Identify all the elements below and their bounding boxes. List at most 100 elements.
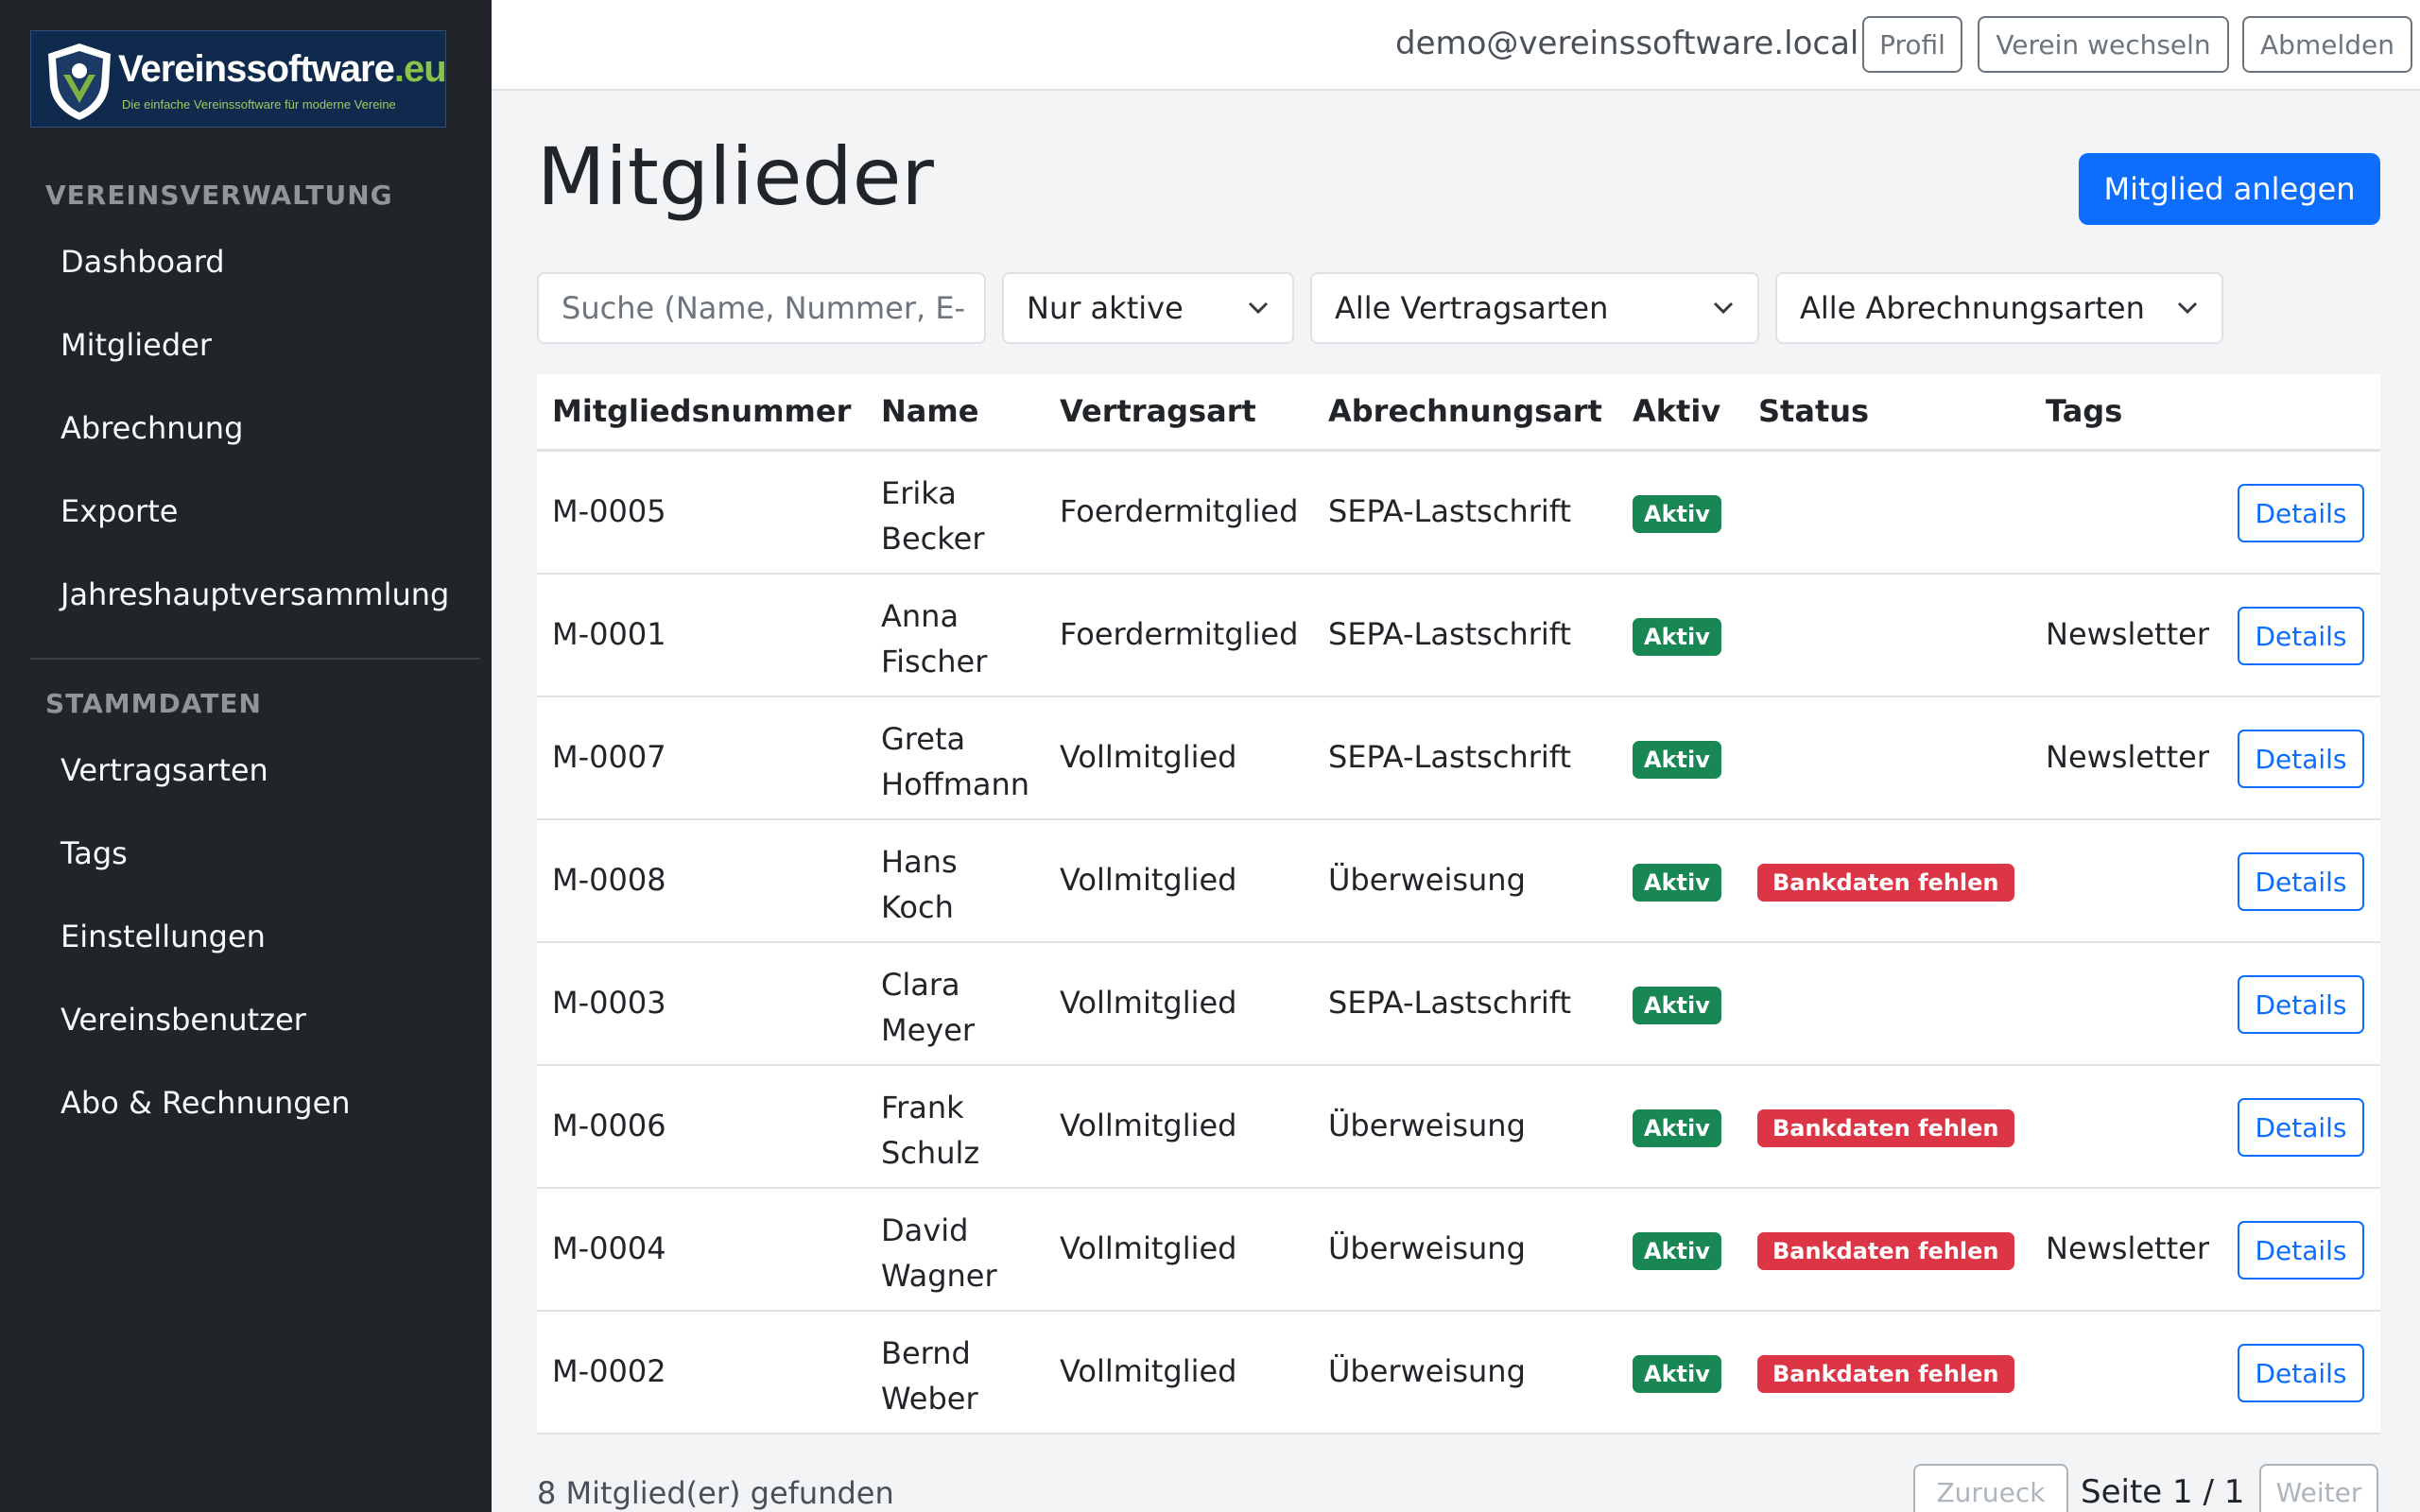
user-email: demo@vereinssoftware.local bbox=[1395, 25, 1859, 62]
contract-filter-value: Alle Vertragsarten bbox=[1335, 290, 1609, 326]
sidebar-item-abrechnung[interactable]: Abrechnung bbox=[60, 410, 243, 446]
switch-club-button[interactable]: Verein wechseln bbox=[1978, 16, 2229, 73]
search-placeholder: Suche (Name, Nummer, E- bbox=[562, 290, 966, 326]
column-header-active[interactable]: Aktiv bbox=[1633, 393, 1720, 429]
page-title: Mitglieder bbox=[537, 130, 934, 223]
add-member-button[interactable]: Mitglied anlegen bbox=[2079, 153, 2380, 225]
previous-page-button[interactable]: Zurueck bbox=[1913, 1464, 2068, 1512]
details-button[interactable]: Details bbox=[2238, 1344, 2364, 1402]
table-row: M-0001 Anna Fischer Foerdermitglied SEPA-Las… bbox=[537, 575, 2380, 697]
member-number: M-0001 bbox=[552, 616, 666, 652]
sidebar-item-jahreshauptversammlung[interactable]: Jahreshauptversammlung bbox=[60, 576, 449, 612]
contract-type: Vollmitglied bbox=[1060, 739, 1237, 775]
status-badge: Bankdaten fehlen bbox=[1757, 1232, 2014, 1270]
contract-type: Vollmitglied bbox=[1060, 862, 1237, 898]
member-first-name: Erika bbox=[881, 475, 957, 511]
member-number: M-0005 bbox=[552, 493, 666, 529]
member-last-name: Fischer bbox=[881, 644, 988, 679]
active-filter-select[interactable]: Nur aktive bbox=[1002, 272, 1294, 344]
details-button[interactable]: Details bbox=[2238, 852, 2364, 911]
member-tags: Newsletter bbox=[2046, 616, 2209, 652]
active-badge: Aktiv bbox=[1633, 495, 1721, 533]
sidebar-item-vertragsarten[interactable]: Vertragsarten bbox=[60, 752, 268, 788]
column-header-number[interactable]: Mitgliedsnummer bbox=[552, 393, 851, 429]
result-count: 8 Mitglied(er) gefunden bbox=[537, 1475, 894, 1511]
details-button[interactable]: Details bbox=[2238, 607, 2364, 665]
page-indicator: Seite 1 / 1 bbox=[2081, 1473, 2245, 1511]
table-row: M-0007 Greta Hoffmann Vollmitglied SEPA-Last… bbox=[537, 697, 2380, 820]
next-page-button[interactable]: Weiter bbox=[2259, 1464, 2378, 1512]
billing-type: Überweisung bbox=[1328, 1230, 1526, 1266]
member-tags: Newsletter bbox=[2046, 1230, 2209, 1266]
table-row: M-0002 Bernd Weber Vollmitglied Überweisung A… bbox=[537, 1312, 2380, 1435]
member-tags: Newsletter bbox=[2046, 739, 2209, 775]
profile-button[interactable]: Profil bbox=[1862, 16, 1962, 73]
member-number: M-0002 bbox=[552, 1353, 666, 1389]
nav-section-vereinsverwaltung: VEREINSVERWALTUNG bbox=[45, 180, 393, 211]
member-name: Bernd Weber bbox=[881, 1331, 978, 1421]
member-last-name: Becker bbox=[881, 521, 985, 557]
member-number: M-0006 bbox=[552, 1108, 666, 1143]
logout-button[interactable]: Abmelden bbox=[2242, 16, 2412, 73]
sidebar-item-abo-rechnungen[interactable]: Abo & Rechnungen bbox=[60, 1085, 351, 1121]
member-last-name: Koch bbox=[881, 889, 954, 925]
brand-logo[interactable]: Vereinssoftware.eu Die einfache Vereinss… bbox=[30, 30, 447, 128]
sidebar-item-exporte[interactable]: Exporte bbox=[60, 493, 178, 529]
details-button[interactable]: Details bbox=[2238, 1221, 2364, 1280]
member-first-name: Hans bbox=[881, 844, 958, 880]
sidebar: Vereinssoftware.eu Die einfache Vereinss… bbox=[0, 0, 492, 1512]
contract-type: Vollmitglied bbox=[1060, 1353, 1237, 1389]
details-button[interactable]: Details bbox=[2238, 730, 2364, 788]
member-name: David Wagner bbox=[881, 1208, 997, 1298]
sidebar-item-vereinsbenutzer[interactable]: Vereinsbenutzer bbox=[60, 1002, 306, 1038]
details-button[interactable]: Details bbox=[2238, 975, 2364, 1034]
member-first-name: Anna bbox=[881, 598, 959, 634]
member-first-name: Greta bbox=[881, 721, 966, 757]
details-button[interactable]: Details bbox=[2238, 1098, 2364, 1157]
contract-type: Foerdermitglied bbox=[1060, 493, 1299, 529]
billing-filter-value: Alle Abrechnungsarten bbox=[1800, 290, 2145, 326]
table-row: M-0006 Frank Schulz Vollmitglied Überweisung… bbox=[537, 1066, 2380, 1189]
column-header-status[interactable]: Status bbox=[1758, 393, 1869, 429]
contract-type: Vollmitglied bbox=[1060, 1108, 1237, 1143]
member-name: Greta Hoffmann bbox=[881, 716, 1029, 807]
member-number: M-0003 bbox=[552, 985, 666, 1021]
column-header-tags[interactable]: Tags bbox=[2046, 393, 2122, 429]
member-last-name: Wagner bbox=[881, 1258, 997, 1294]
billing-type: SEPA-Lastschrift bbox=[1328, 739, 1572, 775]
active-badge: Aktiv bbox=[1633, 1355, 1721, 1393]
contract-type: Vollmitglied bbox=[1060, 985, 1237, 1021]
member-name: Erika Becker bbox=[881, 471, 984, 561]
member-first-name: David bbox=[881, 1212, 969, 1248]
column-header-contract[interactable]: Vertragsart bbox=[1060, 393, 1256, 429]
member-number: M-0007 bbox=[552, 739, 666, 775]
column-header-name[interactable]: Name bbox=[881, 393, 978, 429]
member-first-name: Frank bbox=[881, 1090, 964, 1125]
billing-filter-select[interactable]: Alle Abrechnungsarten bbox=[1775, 272, 2223, 344]
table-row: M-0005 Erika Becker Foerdermitglied SEPA-Las… bbox=[537, 452, 2380, 575]
member-last-name: Hoffmann bbox=[881, 766, 1030, 802]
sidebar-item-mitglieder[interactable]: Mitglieder bbox=[60, 327, 212, 363]
member-first-name: Clara bbox=[881, 967, 960, 1003]
column-header-billing[interactable]: Abrechnungsart bbox=[1328, 393, 1602, 429]
brand-name: Vereinssoftware.eu bbox=[118, 48, 447, 90]
billing-type: SEPA-Lastschrift bbox=[1328, 985, 1572, 1021]
chevron-down-icon bbox=[2177, 301, 2198, 315]
details-button[interactable]: Details bbox=[2238, 484, 2364, 542]
member-number: M-0008 bbox=[552, 862, 666, 898]
table-row: M-0003 Clara Meyer Vollmitglied SEPA-Lastsch… bbox=[537, 943, 2380, 1066]
active-badge: Aktiv bbox=[1633, 1109, 1721, 1147]
sidebar-item-tags[interactable]: Tags bbox=[60, 835, 128, 871]
member-first-name: Bernd bbox=[881, 1335, 971, 1371]
member-last-name: Schulz bbox=[881, 1135, 980, 1171]
contract-type: Vollmitglied bbox=[1060, 1230, 1237, 1266]
member-number: M-0004 bbox=[552, 1230, 666, 1266]
sidebar-item-dashboard[interactable]: Dashboard bbox=[60, 244, 225, 280]
search-input[interactable]: Suche (Name, Nummer, E- bbox=[537, 272, 986, 344]
active-filter-value: Nur aktive bbox=[1027, 290, 1184, 326]
sidebar-item-einstellungen[interactable]: Einstellungen bbox=[60, 919, 266, 954]
contract-filter-select[interactable]: Alle Vertragsarten bbox=[1310, 272, 1759, 344]
billing-type: Überweisung bbox=[1328, 862, 1526, 898]
table-body: M-0005 Erika Becker Foerdermitglied SEPA-Las… bbox=[537, 452, 2380, 1435]
active-badge: Aktiv bbox=[1633, 741, 1721, 779]
